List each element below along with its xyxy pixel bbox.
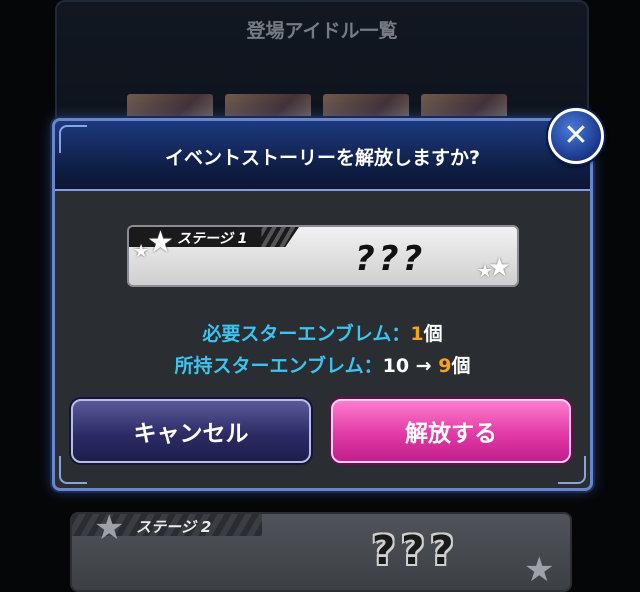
close-button[interactable]: ✕ — [548, 108, 604, 164]
unlock-story-dialog: イベントストーリーを解放しますか? ★ ★ ステージ 1 ??? ★ ★ 必要ス… — [52, 118, 593, 491]
close-icon: ✕ — [563, 118, 589, 153]
dialog-corner-ornament — [59, 125, 87, 153]
owned-emblems-before: 10 — [382, 355, 410, 377]
cancel-button-label: キャンセル — [133, 421, 249, 447]
required-emblems-label: 必要スターエンブレム： — [202, 323, 411, 345]
stage-2-card: ★ ステージ 2 ??? ★ — [70, 508, 572, 592]
required-emblems-unit: 個 — [423, 323, 443, 345]
owned-emblems: 所持スターエンブレム：10 → 9個 — [55, 351, 590, 378]
cancel-button[interactable]: キャンセル — [71, 399, 311, 463]
stage-2-value: ??? — [372, 528, 460, 574]
idol-list-title: 登場アイドル一覧 — [246, 20, 398, 42]
dialog-header: イベントストーリーを解放しますか? — [55, 121, 590, 191]
star-icon: ★ — [147, 225, 174, 260]
stage-1-card: ★ ★ ステージ 1 ??? ★ ★ — [127, 225, 519, 287]
owned-emblems-after: 9 — [438, 355, 452, 377]
owned-emblems-unit: 個 — [451, 355, 471, 377]
star-icon: ★ — [476, 261, 493, 282]
star-icon: ★ — [524, 550, 555, 590]
owned-emblems-label: 所持スターエンブレム： — [174, 355, 383, 377]
arrow-right-icon: → — [415, 355, 432, 377]
unlock-button-label: 解放する — [405, 421, 497, 447]
required-emblems: 必要スターエンブレム：1個 — [55, 319, 590, 346]
unlock-button[interactable]: 解放する — [331, 399, 571, 463]
star-icon: ★ — [94, 508, 125, 548]
star-icon: ★ — [133, 241, 150, 262]
required-emblems-count: 1 — [410, 323, 424, 345]
dialog-title: イベントストーリーを解放しますか? — [164, 147, 481, 169]
stage-1-value: ??? — [355, 239, 427, 279]
stage-2-label: ステージ 2 — [136, 518, 212, 536]
stage-1-label: ステージ 1 — [177, 231, 248, 247]
